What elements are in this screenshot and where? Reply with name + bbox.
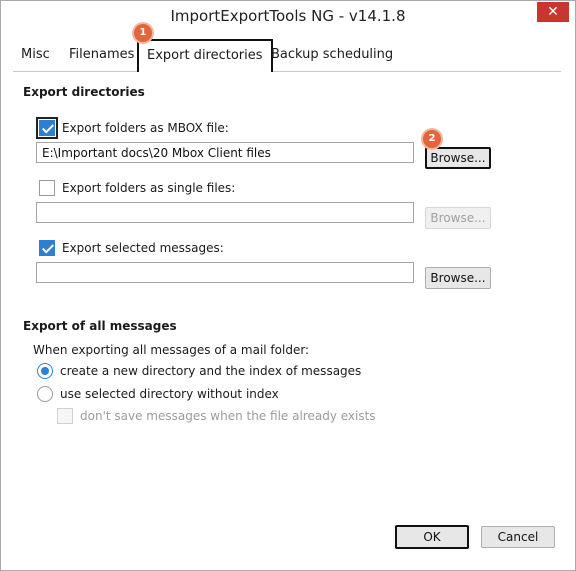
selected-messages-label: Export selected messages: (62, 241, 224, 255)
tab-filenames[interactable]: Filenames (63, 43, 140, 71)
tab-export-directories[interactable]: Export directories (137, 39, 273, 72)
mbox-checkbox-row[interactable]: Export folders as MBOX file: (36, 117, 229, 139)
tab-backup-scheduling[interactable]: Backup scheduling (265, 43, 399, 71)
export-all-intro: When exporting all messages of a mail fo… (33, 343, 310, 357)
step-badge-2: 2 (423, 130, 441, 148)
tab-misc[interactable]: Misc (15, 43, 56, 71)
mbox-path-input[interactable]: E:\Important docs\20 Mbox Client files (36, 142, 414, 163)
export-directories-heading: Export directories (23, 85, 145, 99)
dialog-window: ImportExportTools NG - v14.1.8 ✕ Misc Fi… (0, 0, 576, 571)
window-title: ImportExportTools NG - v14.1.8 (170, 7, 406, 25)
radio-selected-directory[interactable] (37, 386, 53, 402)
step-badge-1: 1 (134, 24, 152, 42)
title-bar[interactable]: ImportExportTools NG - v14.1.8 ✕ (1, 1, 575, 31)
single-files-checkbox-row[interactable]: Export folders as single files: (39, 180, 235, 196)
mbox-checkbox[interactable] (36, 117, 58, 139)
dont-save-checkbox (57, 408, 73, 424)
single-files-label: Export folders as single files: (62, 181, 236, 195)
single-files-path-input[interactable] (36, 202, 414, 223)
radio-selected-directory-row[interactable]: use selected directory without index (37, 386, 279, 402)
radio-new-directory[interactable] (37, 363, 53, 379)
close-button[interactable]: ✕ (537, 2, 569, 22)
selected-messages-checkbox-row[interactable]: Export selected messages: (39, 240, 224, 256)
mbox-browse-button[interactable]: Browse... (425, 147, 491, 169)
single-files-browse-button: Browse... (425, 207, 491, 229)
close-icon: ✕ (547, 4, 559, 20)
radio-selected-directory-label: use selected directory without index (60, 387, 279, 401)
ok-button[interactable]: OK (395, 525, 469, 549)
tab-strip: Misc Filenames Export directories Backup… (13, 39, 561, 72)
cancel-button[interactable]: Cancel (481, 526, 555, 548)
export-all-heading: Export of all messages (23, 319, 177, 333)
selected-messages-checkbox[interactable] (39, 240, 55, 256)
selected-messages-browse-button[interactable]: Browse... (425, 267, 491, 289)
radio-new-directory-label: create a new directory and the index of … (60, 364, 362, 378)
mbox-label: Export folders as MBOX file: (62, 121, 229, 135)
single-files-checkbox[interactable] (39, 180, 55, 196)
dont-save-label: don't save messages when the file alread… (80, 409, 376, 423)
selected-messages-path-input[interactable] (36, 262, 414, 283)
radio-new-directory-row[interactable]: create a new directory and the index of … (37, 363, 361, 379)
dont-save-checkbox-row: don't save messages when the file alread… (57, 408, 376, 424)
